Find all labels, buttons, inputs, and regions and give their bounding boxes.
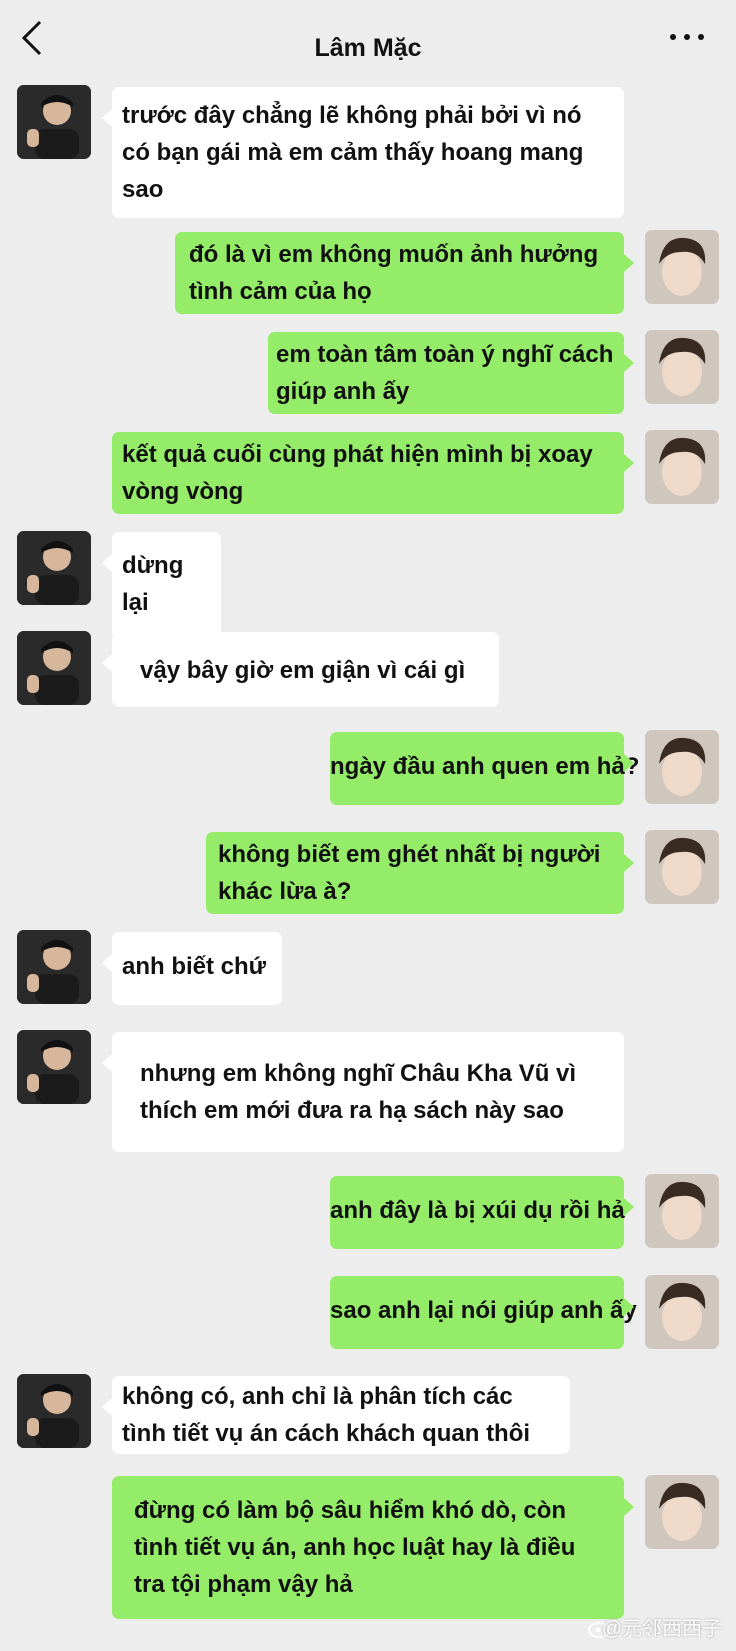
message-bubble-outgoing[interactable]: ngày đầu anh quen em hả? (330, 732, 639, 805)
message-bubble-outgoing[interactable]: không biết em ghét nhất bị người khác lừ… (206, 832, 634, 914)
contact-avatar[interactable] (17, 930, 91, 1004)
chat-header: Lâm Mặc (0, 0, 736, 90)
contact-avatar[interactable] (17, 531, 91, 605)
user-avatar[interactable] (645, 1275, 719, 1349)
message-bubble-outgoing[interactable]: kết quả cuối cùng phát hiện mình bị xoay… (112, 432, 634, 514)
chat-title: Lâm Mặc (314, 34, 422, 62)
message-bubble-incoming[interactable]: trước đây chẳng lẽ không phải bởi vì nó … (102, 87, 624, 218)
message-bubble-outgoing[interactable]: đó là vì em không muốn ảnh hưởng tình cả… (175, 232, 634, 314)
avatar-image (645, 230, 719, 304)
contact-avatar[interactable] (17, 1374, 91, 1448)
contact-avatar[interactable] (17, 85, 91, 159)
more-dots-icon (670, 34, 676, 40)
more-options-button[interactable] (668, 24, 708, 48)
user-avatar[interactable] (645, 730, 719, 804)
message-bubble-outgoing[interactable]: sao anh lại nói giúp anh ấy (330, 1276, 637, 1349)
message-bubble-incoming[interactable]: nhưng em không nghĩ Châu Kha Vũ vì thích… (102, 1032, 624, 1152)
user-avatar[interactable] (645, 1174, 719, 1248)
message-bubble-incoming[interactable]: dừng lại (102, 532, 221, 639)
user-avatar[interactable] (645, 1475, 719, 1549)
contact-avatar[interactable] (17, 631, 91, 705)
avatar-image (17, 85, 91, 159)
user-avatar[interactable] (645, 330, 719, 404)
message-bubble-incoming[interactable]: không có, anh chỉ là phân tích các tình … (102, 1376, 570, 1454)
message-bubble-outgoing[interactable]: em toàn tâm toàn ý nghĩ cách giúp anh ấy (268, 332, 634, 414)
message-bubble-outgoing[interactable]: anh đây là bị xúi dụ rồi hả (330, 1176, 634, 1249)
user-avatar[interactable] (645, 230, 719, 304)
contact-avatar[interactable] (17, 1030, 91, 1104)
message-bubble-incoming[interactable]: anh biết chứ (102, 932, 282, 1005)
watermark-text: @元邻西西子 (601, 1618, 722, 1640)
user-avatar[interactable] (645, 430, 719, 504)
message-bubble-incoming[interactable]: vậy bây giờ em giận vì cái gì (102, 632, 499, 707)
user-avatar[interactable] (645, 830, 719, 904)
message-bubble-outgoing[interactable]: đừng có làm bộ sâu hiểm khó dò, còn tình… (112, 1476, 634, 1619)
